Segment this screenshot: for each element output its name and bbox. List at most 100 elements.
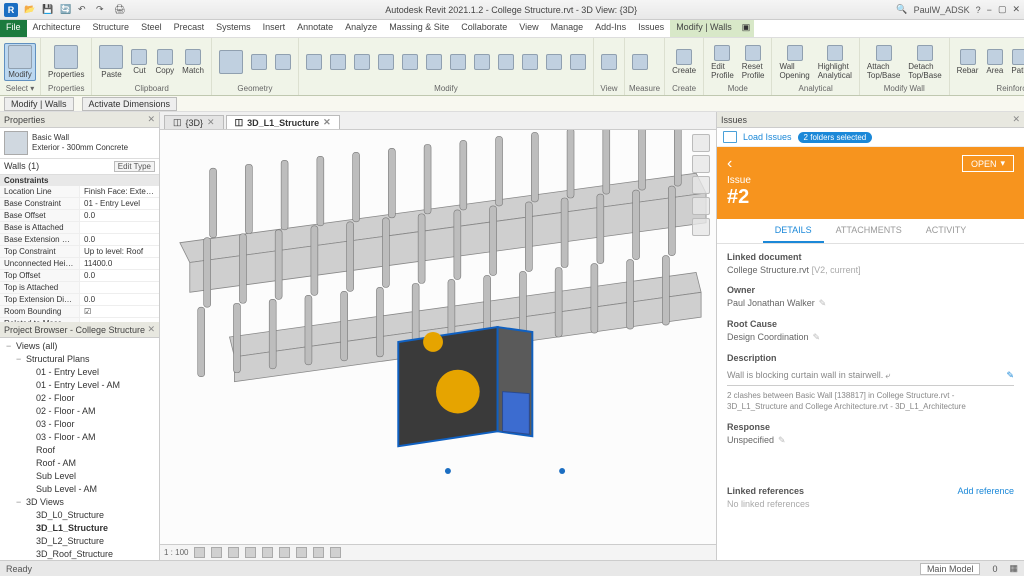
tree-twisty-icon[interactable]: − [16,496,26,509]
ribbon-tab-precast[interactable]: Precast [168,20,211,37]
shadows-icon[interactable] [245,547,256,558]
pan-icon[interactable] [692,176,710,194]
ribbon-tab-file[interactable]: File [0,20,27,37]
trim-button[interactable] [447,53,469,72]
wall-opening-button[interactable]: Wall Opening [776,44,812,81]
reset-profile-button[interactable]: Reset Profile [739,44,768,81]
prop-row[interactable]: Unconnected Height11400.0 [0,258,159,270]
tree-node[interactable]: 3D_L0_Structure [0,509,159,522]
ribbon-tab-architecture[interactable]: Architecture [27,20,87,37]
tree-node[interactable]: −3D Views [0,496,159,509]
ribbon-tab-issues[interactable]: Issues [632,20,670,37]
prop-row[interactable]: Base is Attached [0,222,159,234]
tree-node[interactable]: −Views (all) [0,340,159,353]
tree-node[interactable]: Sub Level - AM [0,483,159,496]
prop-row[interactable]: Base Constraint01 - Entry Level [0,198,159,210]
area-button[interactable]: Area [983,48,1006,76]
path-button[interactable]: Path [1008,48,1024,76]
maximize-icon[interactable]: ▢ [998,4,1007,15]
ribbon-tab-add-ins[interactable]: Add-Ins [589,20,632,37]
prop-row[interactable]: Top ConstraintUp to level: Roof [0,246,159,258]
tree-node[interactable]: Roof - AM [0,457,159,470]
view-tab[interactable]: ◫{3D}✕ [164,115,224,129]
tree-node[interactable]: −Structural Plans [0,353,159,366]
move-button[interactable] [303,53,325,72]
type-thumbnail[interactable] [4,131,28,155]
home-icon[interactable] [692,134,710,152]
array-button[interactable] [399,53,421,72]
prop-row[interactable]: Base Offset0.0 [0,210,159,222]
tree-node[interactable]: 3D_Roof_Structure [0,548,159,560]
view-button[interactable] [598,53,620,72]
prop-row[interactable]: Location LineFinish Face: Exterior [0,186,159,198]
ribbon-tab-collaborate[interactable]: Collaborate [455,20,513,37]
align-button[interactable] [471,53,493,72]
orbit-icon[interactable] [692,218,710,236]
join-button[interactable] [272,53,294,72]
folder-icon[interactable] [723,131,737,143]
tree-node[interactable]: 01 - Entry Level - AM [0,379,159,392]
ribbon-tab-steel[interactable]: Steel [135,20,168,37]
tab-attachments[interactable]: ATTACHMENTS [824,219,914,243]
tree-twisty-icon[interactable]: − [6,340,16,353]
tree-node[interactable]: 3D_L2_Structure [0,535,159,548]
edit-owner-icon[interactable]: ✎ [819,298,827,308]
view-tab[interactable]: ◫3D_L1_Structure✕ [226,115,340,129]
mirror-button[interactable] [375,53,397,72]
prop-row[interactable]: Top Offset0.0 [0,270,159,282]
attach-top-base-button[interactable]: Attach Top/Base [864,44,903,81]
highlight-analytical-button[interactable]: Highlight Analytical [815,44,855,81]
zoom-icon[interactable] [692,197,710,215]
ribbon-tab-manage[interactable]: Manage [545,20,590,37]
prop-row[interactable]: Base Extension Distan…0.0 [0,234,159,246]
search-icon[interactable]: 🔍 [896,4,907,15]
visual-style-icon[interactable] [211,547,222,558]
measure-button[interactable] [629,53,651,72]
project-browser[interactable]: −Views (all)−Structural Plans 01 - Entry … [0,338,159,560]
prop-row[interactable]: Top Extension Distance0.0 [0,294,159,306]
offset-button[interactable] [495,53,517,72]
filter-icon[interactable]: ▦ [1009,563,1018,574]
qat-save-icon[interactable]: 💾 [42,4,54,16]
rebar-button[interactable]: Rebar [954,48,982,76]
user-label[interactable]: PaulW_ADSK [914,5,970,15]
temp-hide-icon[interactable] [313,547,324,558]
cut-button[interactable] [248,53,270,72]
split-button[interactable] [519,53,541,72]
detach-top-base-button[interactable]: Detach Top/Base [905,44,944,81]
properties-close-icon[interactable]: ✕ [147,114,155,125]
crop-icon[interactable] [262,547,273,558]
view-scale[interactable]: 1 : 100 [164,548,188,557]
tree-node[interactable]: Roof [0,444,159,457]
load-issues-link[interactable]: Load Issues [743,132,792,142]
qat-open-icon[interactable]: 📂 [24,4,36,16]
edit-rootcause-icon[interactable]: ✎ [813,332,821,342]
ribbon-tab-insert[interactable]: Insert [257,20,292,37]
sun-path-icon[interactable] [228,547,239,558]
scale-button[interactable] [423,53,445,72]
crop-region-icon[interactable] [279,547,290,558]
viewport-3d[interactable] [160,130,716,544]
qat-print-icon[interactable]: 🖨 [114,4,126,16]
detail-level-icon[interactable] [194,547,205,558]
match-button[interactable]: Match [179,48,207,76]
tree-node[interactable]: 02 - Floor [0,392,159,405]
ribbon-tab-modify-walls[interactable]: Modify | Walls [670,20,738,37]
description-field[interactable]: Wall is blocking curtain wall in stairwe… [727,366,1014,386]
view-tab-close-icon[interactable]: ✕ [323,117,331,128]
properties-button[interactable]: Properties [45,44,87,80]
add-reference-link[interactable]: Add reference [957,486,1014,496]
cope-button[interactable] [216,49,246,76]
tab-activity[interactable]: ACTIVITY [914,219,979,243]
tree-node[interactable]: 03 - Floor - AM [0,431,159,444]
prop-row[interactable]: Top is Attached [0,282,159,294]
ribbon-tab-view[interactable]: View [513,20,544,37]
ribbon-tab-annotate[interactable]: Annotate [291,20,339,37]
tree-node[interactable]: 03 - Floor [0,418,159,431]
tree-node[interactable]: 3D_L1_Structure [0,522,159,535]
issue-status-button[interactable]: OPEN▾ [962,155,1014,172]
edit-type-button[interactable]: Edit Type [114,161,155,172]
edit-description-icon[interactable]: ✎ [1006,370,1014,381]
browser-close-icon[interactable]: ✕ [147,324,155,335]
ribbon-tab-analyze[interactable]: Analyze [339,20,383,37]
